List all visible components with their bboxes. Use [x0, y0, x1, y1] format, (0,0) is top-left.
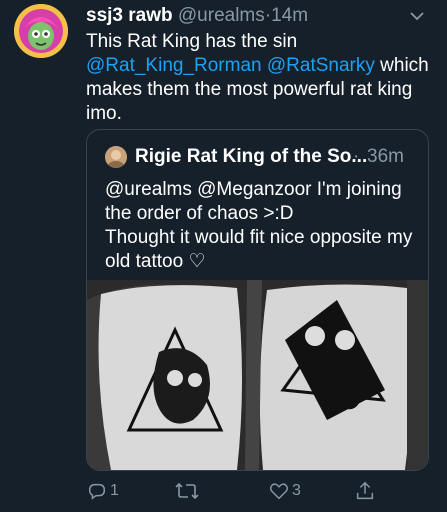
quoted-tweet-header: Rigie Rat King of the So... · 36m — [105, 144, 418, 170]
avatar[interactable] — [14, 4, 68, 58]
quoted-text-line: @urealms @Meganzoor I'm joining the orde… — [105, 179, 402, 224]
action-bar: 1 3 — [86, 478, 426, 504]
user-handle[interactable]: @urealms — [178, 5, 265, 26]
tweet-text-line: This Rat King has the sin — [86, 31, 298, 52]
like-button[interactable]: 3 — [268, 478, 301, 504]
share-icon — [354, 480, 376, 502]
mention-link[interactable]: @RatSnarky — [267, 55, 375, 76]
like-count: 3 — [292, 482, 301, 499]
tweet-header: ssj3 rawb @urealms·14m — [86, 4, 433, 28]
retweet-button[interactable] — [174, 478, 202, 504]
svg-text:?: ? — [345, 391, 353, 407]
heart-icon — [268, 480, 290, 502]
quoted-timestamp[interactable]: 36m — [367, 144, 404, 170]
quoted-display-name[interactable]: Rigie Rat King of the So... — [135, 144, 367, 170]
quoted-tweet[interactable]: Rigie Rat King of the So... · 36m @ureal… — [86, 129, 429, 471]
quoted-text-line: Thought it would fit nice opposite my ol… — [105, 227, 413, 272]
mention-link[interactable]: @Rat_King_Rorman — [86, 55, 262, 76]
retweet-icon — [174, 480, 200, 502]
reply-button[interactable]: 1 — [86, 478, 119, 504]
tattoo-photo[interactable]: ? — [87, 280, 428, 470]
timestamp[interactable]: 14m — [271, 5, 308, 26]
separator-dot: · — [353, 146, 360, 167]
quoted-tweet-text: @urealms @Meganzoor I'm joining the orde… — [105, 178, 415, 274]
display-name[interactable]: ssj3 rawb — [86, 5, 173, 26]
chevron-down-icon[interactable] — [407, 4, 427, 28]
share-button[interactable] — [354, 478, 376, 504]
quoted-avatar[interactable] — [105, 146, 127, 168]
reply-icon — [86, 480, 108, 502]
reply-count: 1 — [110, 482, 119, 499]
tweet-text: This Rat King has the sin @Rat_King_Rorm… — [86, 30, 436, 126]
